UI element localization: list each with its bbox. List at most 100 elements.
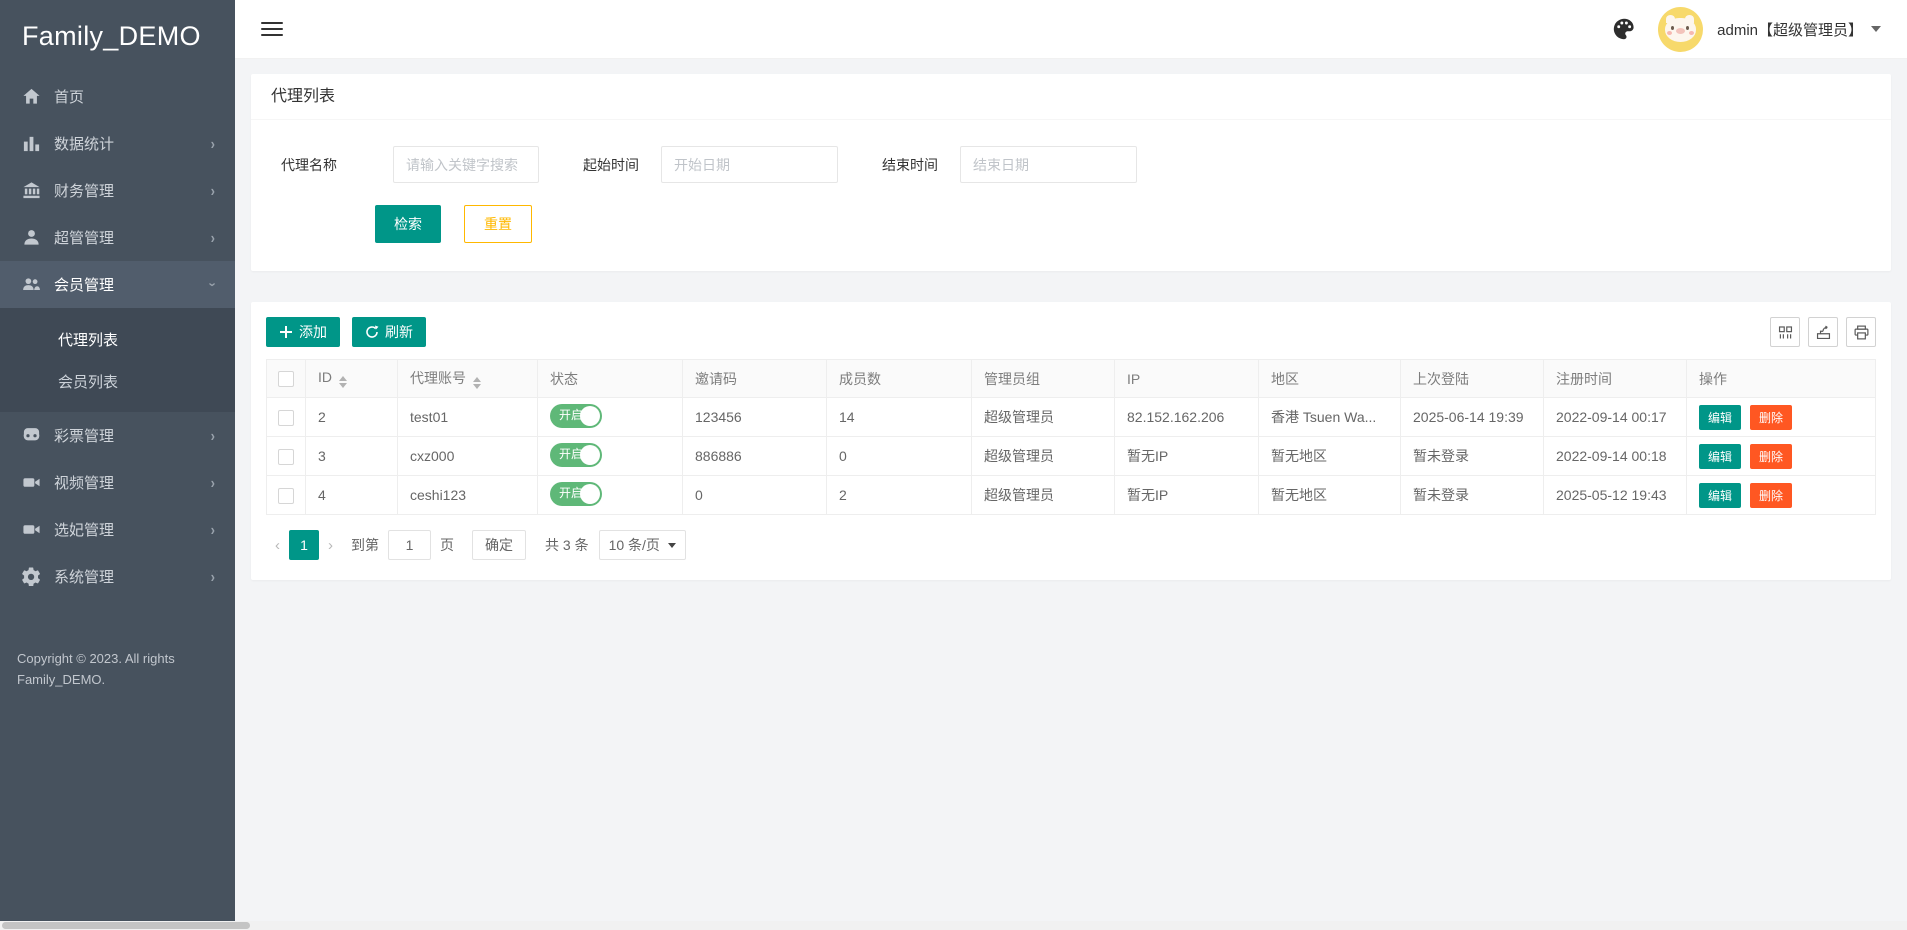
home-icon — [22, 87, 41, 106]
column-id[interactable]: ID — [306, 360, 398, 398]
toggle-knob — [580, 406, 600, 426]
bank-icon — [22, 181, 41, 200]
field-start-time: 起始时间 — [583, 146, 838, 183]
row-checkbox[interactable] — [278, 449, 294, 465]
confirm-page-button[interactable]: 确定 — [472, 530, 526, 560]
field-end-time: 结束时间 — [882, 146, 1137, 183]
status-toggle[interactable]: 开启 — [550, 482, 602, 506]
edit-button[interactable]: 编辑 — [1699, 483, 1741, 508]
refresh-button-label: 刷新 — [385, 322, 413, 342]
page-title: 代理列表 — [251, 74, 1891, 120]
sidebar-item-label: 系统管理 — [54, 566, 211, 587]
search-button[interactable]: 检索 — [375, 205, 441, 243]
chevron-right-icon: › — [211, 427, 215, 445]
status-toggle[interactable]: 开启 — [550, 443, 602, 467]
sidebar-subitem-label: 会员列表 — [58, 371, 118, 392]
sidebar-item-statistics[interactable]: 数据统计 › — [0, 120, 235, 167]
export-icon[interactable] — [1808, 317, 1838, 347]
select-all-checkbox[interactable] — [278, 371, 294, 387]
cell-members: 0 — [827, 437, 972, 476]
cell-ip: 暂无IP — [1115, 476, 1259, 515]
columns-filter-icon[interactable] — [1770, 317, 1800, 347]
cell-reg-time: 2022-09-14 00:17 — [1544, 398, 1687, 437]
column-ip: IP — [1115, 360, 1259, 398]
sidebar-item-label: 选妃管理 — [54, 519, 211, 540]
refresh-icon — [365, 325, 379, 339]
sidebar-subitem-member-list[interactable]: 会员列表 — [0, 360, 235, 402]
plus-icon — [279, 325, 293, 339]
next-page-icon[interactable]: › — [319, 537, 342, 554]
bar-chart-icon — [22, 134, 41, 153]
column-actions: 操作 — [1687, 360, 1876, 398]
user-avatar[interactable] — [1658, 7, 1703, 52]
column-reg-time: 注册时间 — [1544, 360, 1687, 398]
cell-admin-group: 超级管理员 — [972, 437, 1115, 476]
cell-region: 暂无地区 — [1259, 476, 1401, 515]
cell-last-login: 2025-06-14 19:39 — [1401, 398, 1544, 437]
horizontal-scrollbar[interactable] — [0, 921, 1907, 930]
page-content: 代理列表 代理名称 起始时间 结束时间 — [235, 59, 1907, 930]
sidebar-item-concubine[interactable]: 选妃管理 › — [0, 506, 235, 553]
table-header-row: ID 代理账号 状态 邀请码 成员数 管理员组 IP 地区 上次登陆 注册时间 … — [267, 360, 1876, 398]
cell-reg-time: 2022-09-14 00:18 — [1544, 437, 1687, 476]
sidebar-subitem-agent-list[interactable]: 代理列表 — [0, 318, 235, 360]
per-page-label: 10 条/页 — [609, 535, 660, 555]
add-button[interactable]: 添加 — [266, 317, 340, 347]
sidebar-item-system[interactable]: 系统管理 › — [0, 553, 235, 600]
chevron-right-icon: › — [211, 135, 215, 153]
status-toggle[interactable]: 开启 — [550, 404, 602, 428]
toggle-knob — [580, 445, 600, 465]
cell-id: 4 — [306, 476, 398, 515]
end-date-input[interactable] — [960, 146, 1137, 183]
start-date-input[interactable] — [661, 146, 838, 183]
cell-invite-code: 123456 — [683, 398, 827, 437]
column-account[interactable]: 代理账号 — [398, 360, 538, 398]
refresh-button[interactable]: 刷新 — [352, 317, 426, 347]
table-row: 2 test01 开启 123456 14 超级管理员 82.152.162.2… — [267, 398, 1876, 437]
sidebar-item-lottery[interactable]: 彩票管理 › — [0, 412, 235, 459]
sidebar-item-home[interactable]: 首页 — [0, 73, 235, 120]
user-name-label: admin【超级管理员】 — [1717, 19, 1863, 40]
page-number-current[interactable]: 1 — [289, 530, 319, 560]
total-count-label: 共 3 条 — [545, 535, 589, 555]
add-button-label: 添加 — [299, 322, 327, 342]
column-invite-code: 邀请码 — [683, 360, 827, 398]
sort-icon[interactable] — [473, 377, 481, 389]
menu-toggle-icon[interactable] — [261, 22, 283, 36]
sidebar-item-label: 超管管理 — [54, 227, 211, 248]
prev-page-icon[interactable]: ‹ — [266, 537, 289, 554]
delete-button[interactable]: 删除 — [1750, 405, 1792, 430]
user-menu[interactable]: admin【超级管理员】 — [1717, 19, 1881, 40]
sidebar-item-video[interactable]: 视频管理 › — [0, 459, 235, 506]
theme-palette-icon[interactable] — [1612, 17, 1636, 41]
users-icon — [22, 275, 41, 294]
sidebar-item-members[interactable]: 会员管理 › — [0, 261, 235, 308]
cell-members: 2 — [827, 476, 972, 515]
print-icon[interactable] — [1846, 317, 1876, 347]
sort-icon[interactable] — [339, 376, 347, 388]
video-camera-icon — [22, 520, 41, 539]
field-label: 结束时间 — [882, 155, 938, 175]
row-checkbox[interactable] — [278, 488, 294, 504]
page-jump-input[interactable] — [388, 530, 431, 560]
column-admin-group: 管理员组 — [972, 360, 1115, 398]
sidebar-item-superadmin[interactable]: 超管管理 › — [0, 214, 235, 261]
cell-last-login: 暂未登录 — [1401, 476, 1544, 515]
sidebar-item-finance[interactable]: 财务管理 › — [0, 167, 235, 214]
edit-button[interactable]: 编辑 — [1699, 405, 1741, 430]
agent-name-input[interactable] — [393, 146, 539, 183]
cell-admin-group: 超级管理员 — [972, 476, 1115, 515]
main-area: admin【超级管理员】 代理列表 代理名称 起始时间 结束时 — [235, 0, 1907, 930]
table-row: 3 cxz000 开启 886886 0 超级管理员 暂无IP 暂无地区 暂未登… — [267, 437, 1876, 476]
cell-account: test01 — [398, 398, 538, 437]
edit-button[interactable]: 编辑 — [1699, 444, 1741, 469]
scrollbar-thumb[interactable] — [2, 922, 250, 929]
row-checkbox[interactable] — [278, 410, 294, 426]
column-status: 状态 — [538, 360, 683, 398]
delete-button[interactable]: 删除 — [1750, 444, 1792, 469]
cell-region: 香港 Tsuen Wa... — [1259, 398, 1401, 437]
per-page-select[interactable]: 10 条/页 — [599, 530, 686, 560]
reset-button[interactable]: 重置 — [464, 205, 532, 243]
copyright-line1: Copyright © 2023. All rights — [17, 648, 235, 669]
delete-button[interactable]: 删除 — [1750, 483, 1792, 508]
